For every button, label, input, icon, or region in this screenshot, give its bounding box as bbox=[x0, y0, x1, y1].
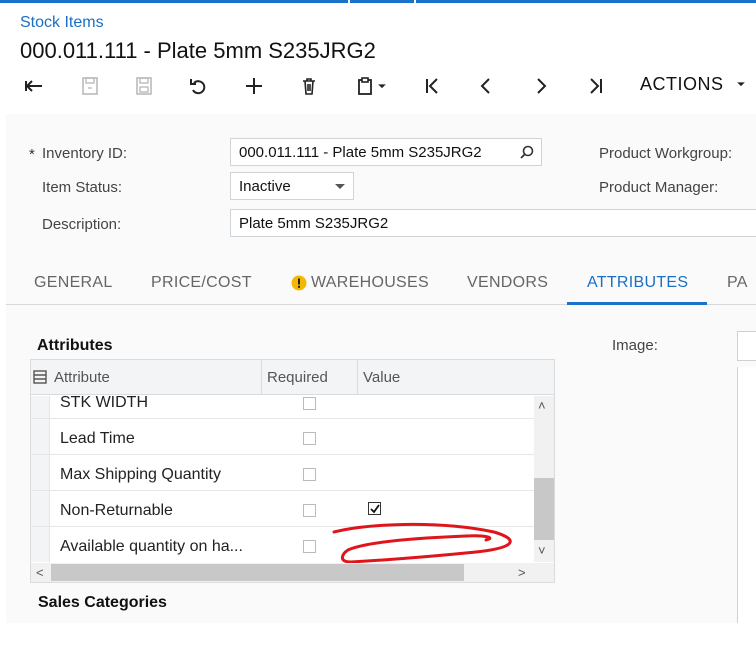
attribute-name: Lead Time bbox=[60, 430, 135, 447]
active-tab-indicator bbox=[567, 302, 707, 305]
row-divider bbox=[31, 418, 534, 419]
tab-attributes[interactable]: ATTRIBUTES bbox=[587, 274, 688, 292]
warning-icon bbox=[291, 275, 307, 291]
required-marker: * bbox=[29, 146, 35, 163]
tab-warehouses-label: WAREHOUSES bbox=[311, 274, 429, 291]
scroll-up-arrow-icon[interactable]: ˄ bbox=[538, 398, 546, 413]
tab-general[interactable]: GENERAL bbox=[34, 274, 113, 292]
actions-menu[interactable]: ACTIONS bbox=[640, 74, 747, 95]
row-divider bbox=[31, 454, 534, 455]
inventory-id-field[interactable]: 000.011.111 - Plate 5mm S235JRG2 bbox=[230, 138, 542, 166]
save-button[interactable] bbox=[130, 72, 158, 100]
value-checkbox[interactable] bbox=[368, 502, 381, 515]
save-close-button[interactable] bbox=[76, 72, 104, 100]
column-header-value[interactable]: Value bbox=[363, 369, 400, 386]
trash-icon bbox=[303, 78, 315, 95]
horizontal-scroll-thumb[interactable] bbox=[51, 564, 464, 581]
top-accent-strip bbox=[0, 0, 756, 3]
breadcrumb[interactable]: Stock Items bbox=[20, 14, 104, 32]
delete-button[interactable] bbox=[295, 72, 323, 100]
image-label: Image: bbox=[612, 337, 658, 354]
column-header-required[interactable]: Required bbox=[267, 369, 328, 386]
inventory-id-label: Inventory ID: bbox=[42, 145, 128, 162]
required-checkbox[interactable] bbox=[303, 504, 316, 517]
check-icon bbox=[370, 504, 380, 514]
vertical-scroll-thumb[interactable] bbox=[534, 478, 554, 540]
previous-record-button[interactable] bbox=[472, 72, 500, 100]
page-title: 000.011.111 - Plate 5mm S235JRG2 bbox=[20, 38, 376, 63]
attribute-name: STK WIDTH bbox=[60, 394, 148, 411]
red-annotation-scribble bbox=[332, 522, 512, 564]
scroll-down-arrow-icon[interactable]: ˅ bbox=[538, 543, 546, 558]
chevron-down-icon bbox=[335, 184, 345, 189]
header-divider bbox=[261, 360, 262, 395]
add-button[interactable] bbox=[240, 72, 268, 100]
column-settings-icon[interactable] bbox=[33, 370, 47, 384]
required-checkbox[interactable] bbox=[303, 432, 316, 445]
tab-vendors[interactable]: VENDORS bbox=[467, 274, 548, 292]
first-icon bbox=[426, 78, 438, 94]
required-checkbox[interactable] bbox=[303, 468, 316, 481]
search-icon[interactable] bbox=[519, 144, 535, 160]
save-close-icon bbox=[82, 77, 98, 95]
undo-icon bbox=[190, 79, 206, 95]
image-preview-area bbox=[737, 367, 756, 623]
required-checkbox[interactable] bbox=[303, 540, 316, 553]
tab-warehouses[interactable]: WAREHOUSES bbox=[291, 274, 429, 292]
last-record-button[interactable] bbox=[582, 72, 610, 100]
next-record-button[interactable] bbox=[527, 72, 555, 100]
header-divider bbox=[357, 360, 358, 395]
item-status-label: Item Status: bbox=[42, 179, 123, 196]
attribute-name: Non-Returnable bbox=[60, 502, 173, 519]
product-manager-label: Product Manager: bbox=[599, 179, 719, 196]
last-icon bbox=[590, 78, 602, 94]
attribute-name: Available quantity on ha... bbox=[60, 538, 243, 555]
plus-icon bbox=[246, 78, 262, 94]
product-workgroup-label: Product Workgroup: bbox=[599, 145, 733, 162]
image-upload-field[interactable] bbox=[737, 331, 756, 361]
sales-categories-title: Sales Categories bbox=[38, 594, 167, 611]
attribute-name: Max Shipping Quantity bbox=[60, 466, 221, 483]
undo-button[interactable] bbox=[185, 72, 213, 100]
chevron-right-icon bbox=[537, 78, 547, 94]
tab-price-cost[interactable]: PRICE/COST bbox=[151, 274, 252, 292]
back-arrow-icon bbox=[25, 80, 42, 92]
inventory-id-value: 000.011.111 - Plate 5mm S235JRG2 bbox=[239, 144, 482, 161]
tab-partial[interactable]: PA bbox=[727, 274, 748, 292]
chevron-down-icon bbox=[737, 82, 745, 87]
clipboard-button[interactable] bbox=[350, 72, 392, 100]
description-label: Description: bbox=[42, 216, 122, 233]
back-button[interactable] bbox=[20, 72, 48, 100]
description-value: Plate 5mm S235JRG2 bbox=[239, 215, 389, 232]
chevron-left-icon bbox=[480, 78, 490, 94]
scroll-left-arrow-icon[interactable]: ˂ bbox=[36, 565, 44, 580]
actions-label: ACTIONS bbox=[640, 74, 724, 94]
item-status-value: Inactive bbox=[239, 178, 291, 195]
description-field[interactable]: Plate 5mm S235JRG2 bbox=[230, 209, 756, 237]
attributes-section-title: Attributes bbox=[37, 337, 113, 354]
scroll-right-arrow-icon[interactable]: ˃ bbox=[518, 565, 526, 580]
column-header-attribute[interactable]: Attribute bbox=[54, 369, 110, 386]
row-selector-column bbox=[31, 396, 49, 562]
row-divider bbox=[31, 490, 534, 491]
row-selector-divider bbox=[49, 396, 50, 562]
chevron-down-icon bbox=[378, 84, 386, 89]
clipboard-icon bbox=[358, 77, 372, 95]
first-record-button[interactable] bbox=[418, 72, 446, 100]
save-icon bbox=[136, 77, 152, 95]
item-status-select[interactable]: Inactive bbox=[230, 172, 354, 200]
required-checkbox[interactable] bbox=[303, 397, 316, 410]
